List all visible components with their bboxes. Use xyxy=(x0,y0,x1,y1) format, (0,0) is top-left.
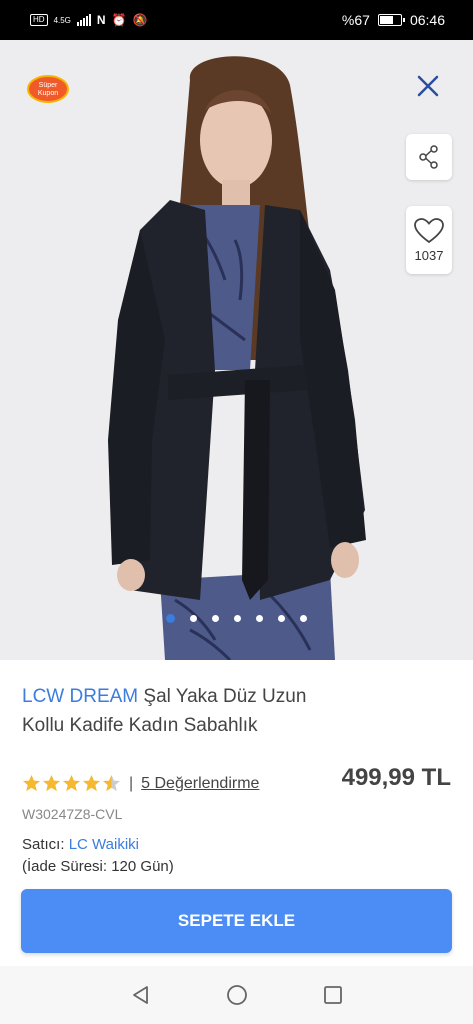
carousel-dot[interactable] xyxy=(300,615,307,622)
carousel-dot[interactable] xyxy=(256,615,263,622)
share-icon xyxy=(419,145,438,169)
product-price: 499,99 TL xyxy=(341,764,451,791)
product-image-carousel[interactable]: Süper Kupon 1037 xyxy=(0,40,473,660)
coupon-line1: Süper xyxy=(39,82,58,89)
coupon-line2: Kupon xyxy=(38,90,58,97)
carousel-dot[interactable] xyxy=(278,615,285,622)
alarm-icon: ⏰ xyxy=(111,13,127,27)
signal-icon xyxy=(76,14,91,26)
network-type: 4.5G xyxy=(53,15,71,25)
star-icon xyxy=(22,774,41,792)
system-nav-bar xyxy=(0,966,473,1024)
back-icon xyxy=(132,986,148,1004)
carousel-indicator xyxy=(0,614,473,623)
battery-percent: %67 xyxy=(341,12,370,28)
nav-back-button[interactable] xyxy=(129,983,153,1007)
status-right: %67 06:46 xyxy=(342,12,445,28)
battery-icon xyxy=(377,14,405,26)
product-sku: W30247Z8-CVL xyxy=(22,806,123,822)
return-period: (İade Süresi: 120 Gün) xyxy=(22,858,174,875)
rating-separator: | xyxy=(129,774,134,792)
star-icon xyxy=(62,774,81,792)
product-info: LCW DREAM Şal Yaka Düz Uzun Kollu Kadife… xyxy=(0,660,473,875)
mute-icon: 🔕 xyxy=(132,13,148,27)
close-button[interactable] xyxy=(412,70,444,102)
home-icon xyxy=(226,985,247,1005)
reviews-link[interactable]: 5 Değerlendirme xyxy=(141,775,259,793)
hd-icon: HD xyxy=(30,14,48,26)
add-to-cart-button[interactable]: SEPETE EKLE xyxy=(21,889,452,953)
seller-label: Satıcı: xyxy=(22,836,65,853)
rating-row: | 5 Değerlendirme xyxy=(22,774,259,793)
star-icon xyxy=(102,774,121,792)
brand-name[interactable]: LCW DREAM xyxy=(22,686,138,707)
status-bar: HD 4.5G N ⏰ 🔕 %67 06:46 xyxy=(0,0,473,40)
share-button[interactable] xyxy=(406,134,452,180)
product-photo xyxy=(0,40,473,660)
recent-apps-icon xyxy=(323,986,342,1004)
heart-icon xyxy=(414,217,444,243)
seller-link[interactable]: LC Waikiki xyxy=(69,836,139,853)
carousel-dot[interactable] xyxy=(166,614,175,623)
carousel-dot[interactable] xyxy=(190,615,197,622)
super-coupon-badge[interactable]: Süper Kupon xyxy=(26,74,70,104)
nav-recent-button[interactable] xyxy=(321,983,345,1007)
favorite-count: 1037 xyxy=(414,247,444,263)
close-icon xyxy=(417,75,439,97)
carousel-dot[interactable] xyxy=(212,615,219,622)
clock: 06:46 xyxy=(409,12,445,28)
favorite-button[interactable]: 1037 xyxy=(406,206,452,274)
nfc-icon: N xyxy=(96,13,106,27)
cart-bar: SEPETE EKLE xyxy=(0,875,473,965)
star-icon xyxy=(42,774,61,792)
carousel-dot[interactable] xyxy=(234,615,241,622)
seller-line: Satıcı: LC Waikiki xyxy=(22,836,139,853)
product-title: LCW DREAM Şal Yaka Düz Uzun Kollu Kadife… xyxy=(22,682,312,740)
status-left: HD 4.5G N ⏰ 🔕 xyxy=(30,13,147,27)
nav-home-button[interactable] xyxy=(225,983,249,1007)
star-icon xyxy=(82,774,101,792)
rating-stars xyxy=(22,774,121,793)
